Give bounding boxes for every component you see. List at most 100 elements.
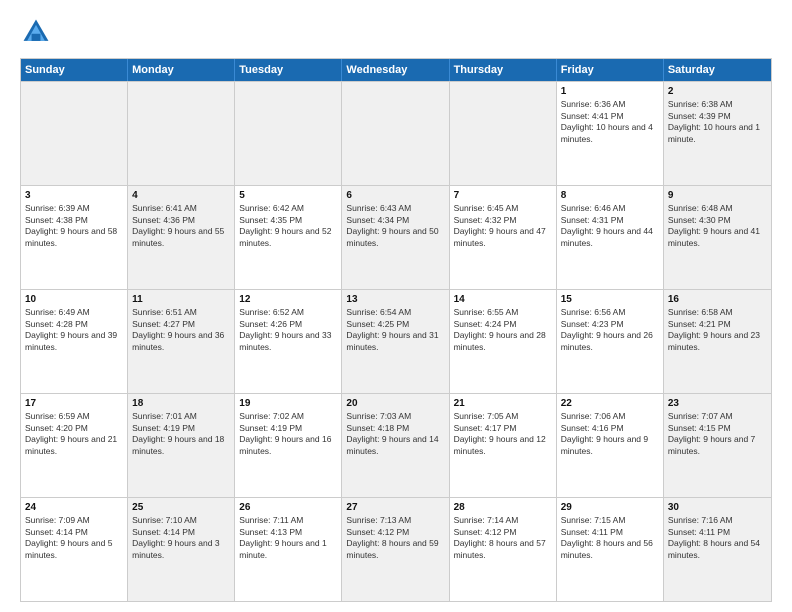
day-cell-3: 3Sunrise: 6:39 AM Sunset: 4:38 PM Daylig… (21, 186, 128, 289)
calendar-row-2: 10Sunrise: 6:49 AM Sunset: 4:28 PM Dayli… (21, 289, 771, 393)
calendar-body: 1Sunrise: 6:36 AM Sunset: 4:41 PM Daylig… (21, 81, 771, 601)
day-number: 13 (346, 293, 444, 306)
header-day-thursday: Thursday (450, 59, 557, 81)
day-number: 19 (239, 397, 337, 410)
day-cell-21: 21Sunrise: 7:05 AM Sunset: 4:17 PM Dayli… (450, 394, 557, 497)
calendar: SundayMondayTuesdayWednesdayThursdayFrid… (20, 58, 772, 602)
calendar-row-0: 1Sunrise: 6:36 AM Sunset: 4:41 PM Daylig… (21, 81, 771, 185)
day-cell-19: 19Sunrise: 7:02 AM Sunset: 4:19 PM Dayli… (235, 394, 342, 497)
day-cell-5: 5Sunrise: 6:42 AM Sunset: 4:35 PM Daylig… (235, 186, 342, 289)
day-cell-16: 16Sunrise: 6:58 AM Sunset: 4:21 PM Dayli… (664, 290, 771, 393)
day-number: 12 (239, 293, 337, 306)
day-info: Sunrise: 6:45 AM Sunset: 4:32 PM Dayligh… (454, 203, 546, 248)
day-info: Sunrise: 6:55 AM Sunset: 4:24 PM Dayligh… (454, 307, 546, 352)
day-cell-9: 9Sunrise: 6:48 AM Sunset: 4:30 PM Daylig… (664, 186, 771, 289)
day-info: Sunrise: 7:02 AM Sunset: 4:19 PM Dayligh… (239, 411, 331, 456)
header-day-wednesday: Wednesday (342, 59, 449, 81)
day-cell-28: 28Sunrise: 7:14 AM Sunset: 4:12 PM Dayli… (450, 498, 557, 601)
day-info: Sunrise: 7:16 AM Sunset: 4:11 PM Dayligh… (668, 515, 760, 560)
header-day-monday: Monday (128, 59, 235, 81)
day-info: Sunrise: 7:05 AM Sunset: 4:17 PM Dayligh… (454, 411, 546, 456)
day-number: 21 (454, 397, 552, 410)
day-info: Sunrise: 6:36 AM Sunset: 4:41 PM Dayligh… (561, 99, 653, 144)
day-cell-7: 7Sunrise: 6:45 AM Sunset: 4:32 PM Daylig… (450, 186, 557, 289)
header-day-tuesday: Tuesday (235, 59, 342, 81)
day-info: Sunrise: 7:15 AM Sunset: 4:11 PM Dayligh… (561, 515, 653, 560)
day-info: Sunrise: 6:49 AM Sunset: 4:28 PM Dayligh… (25, 307, 117, 352)
day-number: 9 (668, 189, 767, 202)
day-cell-1: 1Sunrise: 6:36 AM Sunset: 4:41 PM Daylig… (557, 82, 664, 185)
day-number: 20 (346, 397, 444, 410)
day-number: 6 (346, 189, 444, 202)
day-number: 3 (25, 189, 123, 202)
day-number: 10 (25, 293, 123, 306)
day-cell-8: 8Sunrise: 6:46 AM Sunset: 4:31 PM Daylig… (557, 186, 664, 289)
day-cell-14: 14Sunrise: 6:55 AM Sunset: 4:24 PM Dayli… (450, 290, 557, 393)
day-cell-15: 15Sunrise: 6:56 AM Sunset: 4:23 PM Dayli… (557, 290, 664, 393)
day-number: 8 (561, 189, 659, 202)
day-cell-29: 29Sunrise: 7:15 AM Sunset: 4:11 PM Dayli… (557, 498, 664, 601)
day-number: 30 (668, 501, 767, 514)
day-info: Sunrise: 6:54 AM Sunset: 4:25 PM Dayligh… (346, 307, 438, 352)
header-day-saturday: Saturday (664, 59, 771, 81)
day-cell-20: 20Sunrise: 7:03 AM Sunset: 4:18 PM Dayli… (342, 394, 449, 497)
day-number: 28 (454, 501, 552, 514)
day-info: Sunrise: 7:14 AM Sunset: 4:12 PM Dayligh… (454, 515, 546, 560)
empty-cell-0-1 (128, 82, 235, 185)
day-info: Sunrise: 6:43 AM Sunset: 4:34 PM Dayligh… (346, 203, 438, 248)
day-number: 5 (239, 189, 337, 202)
day-info: Sunrise: 6:41 AM Sunset: 4:36 PM Dayligh… (132, 203, 224, 248)
day-cell-30: 30Sunrise: 7:16 AM Sunset: 4:11 PM Dayli… (664, 498, 771, 601)
day-number: 14 (454, 293, 552, 306)
day-info: Sunrise: 6:51 AM Sunset: 4:27 PM Dayligh… (132, 307, 224, 352)
day-info: Sunrise: 6:42 AM Sunset: 4:35 PM Dayligh… (239, 203, 331, 248)
calendar-row-3: 17Sunrise: 6:59 AM Sunset: 4:20 PM Dayli… (21, 393, 771, 497)
day-cell-22: 22Sunrise: 7:06 AM Sunset: 4:16 PM Dayli… (557, 394, 664, 497)
day-cell-13: 13Sunrise: 6:54 AM Sunset: 4:25 PM Dayli… (342, 290, 449, 393)
page: SundayMondayTuesdayWednesdayThursdayFrid… (0, 0, 792, 612)
day-cell-12: 12Sunrise: 6:52 AM Sunset: 4:26 PM Dayli… (235, 290, 342, 393)
day-info: Sunrise: 6:56 AM Sunset: 4:23 PM Dayligh… (561, 307, 653, 352)
day-number: 17 (25, 397, 123, 410)
day-number: 1 (561, 85, 659, 98)
day-info: Sunrise: 7:13 AM Sunset: 4:12 PM Dayligh… (346, 515, 438, 560)
day-number: 29 (561, 501, 659, 514)
day-info: Sunrise: 6:46 AM Sunset: 4:31 PM Dayligh… (561, 203, 653, 248)
calendar-row-1: 3Sunrise: 6:39 AM Sunset: 4:38 PM Daylig… (21, 185, 771, 289)
day-number: 15 (561, 293, 659, 306)
day-info: Sunrise: 6:59 AM Sunset: 4:20 PM Dayligh… (25, 411, 117, 456)
header-day-sunday: Sunday (21, 59, 128, 81)
day-cell-4: 4Sunrise: 6:41 AM Sunset: 4:36 PM Daylig… (128, 186, 235, 289)
day-info: Sunrise: 7:07 AM Sunset: 4:15 PM Dayligh… (668, 411, 755, 456)
day-number: 7 (454, 189, 552, 202)
day-cell-6: 6Sunrise: 6:43 AM Sunset: 4:34 PM Daylig… (342, 186, 449, 289)
day-cell-24: 24Sunrise: 7:09 AM Sunset: 4:14 PM Dayli… (21, 498, 128, 601)
day-number: 16 (668, 293, 767, 306)
empty-cell-0-2 (235, 82, 342, 185)
day-number: 27 (346, 501, 444, 514)
calendar-header: SundayMondayTuesdayWednesdayThursdayFrid… (21, 59, 771, 81)
empty-cell-0-0 (21, 82, 128, 185)
header-day-friday: Friday (557, 59, 664, 81)
day-number: 23 (668, 397, 767, 410)
day-info: Sunrise: 6:39 AM Sunset: 4:38 PM Dayligh… (25, 203, 117, 248)
day-cell-10: 10Sunrise: 6:49 AM Sunset: 4:28 PM Dayli… (21, 290, 128, 393)
day-cell-18: 18Sunrise: 7:01 AM Sunset: 4:19 PM Dayli… (128, 394, 235, 497)
day-info: Sunrise: 6:52 AM Sunset: 4:26 PM Dayligh… (239, 307, 331, 352)
day-cell-25: 25Sunrise: 7:10 AM Sunset: 4:14 PM Dayli… (128, 498, 235, 601)
day-cell-2: 2Sunrise: 6:38 AM Sunset: 4:39 PM Daylig… (664, 82, 771, 185)
day-info: Sunrise: 7:06 AM Sunset: 4:16 PM Dayligh… (561, 411, 648, 456)
day-info: Sunrise: 7:11 AM Sunset: 4:13 PM Dayligh… (239, 515, 326, 560)
day-number: 11 (132, 293, 230, 306)
empty-cell-0-4 (450, 82, 557, 185)
header (20, 16, 772, 48)
day-number: 24 (25, 501, 123, 514)
logo (20, 16, 56, 48)
day-number: 22 (561, 397, 659, 410)
day-cell-26: 26Sunrise: 7:11 AM Sunset: 4:13 PM Dayli… (235, 498, 342, 601)
day-info: Sunrise: 6:58 AM Sunset: 4:21 PM Dayligh… (668, 307, 760, 352)
calendar-row-4: 24Sunrise: 7:09 AM Sunset: 4:14 PM Dayli… (21, 497, 771, 601)
day-info: Sunrise: 7:01 AM Sunset: 4:19 PM Dayligh… (132, 411, 224, 456)
day-info: Sunrise: 7:03 AM Sunset: 4:18 PM Dayligh… (346, 411, 438, 456)
day-number: 26 (239, 501, 337, 514)
